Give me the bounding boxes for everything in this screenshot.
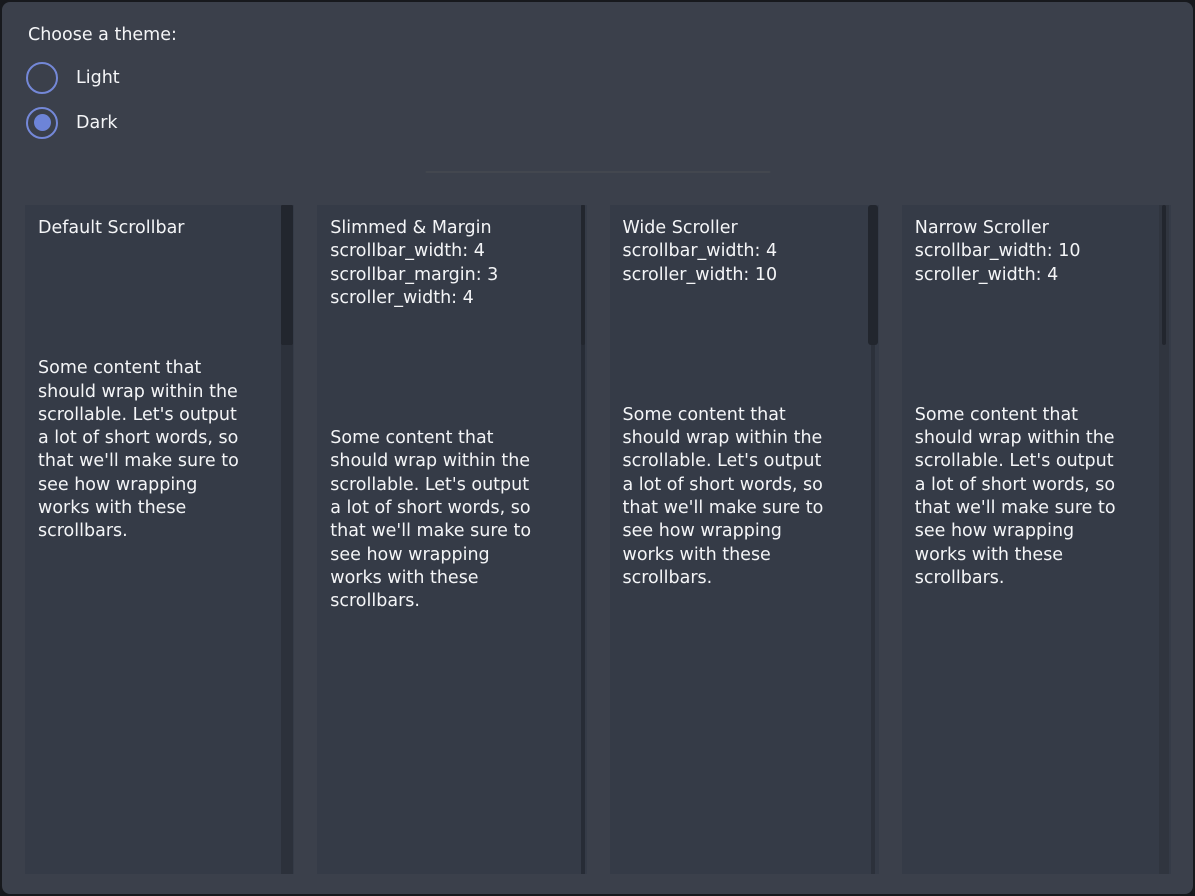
panels-row: Default Scrollbar Some content that shou… <box>25 205 1171 874</box>
scrollbar-thumb[interactable] <box>581 205 585 345</box>
scroll-panel-slimmed-margin[interactable]: Slimmed & Margin scrollbar_width: 4 scro… <box>317 205 586 874</box>
scrollbar-thumb[interactable] <box>1162 205 1166 345</box>
radio-unselected-icon[interactable] <box>26 62 58 94</box>
panel-params: scrollbar_width: 4 scroller_width: 10 <box>623 240 849 287</box>
panel-body-text: Some content that should wrap within the… <box>915 404 1141 590</box>
panel-header: Wide Scroller scrollbar_width: 4 scrolle… <box>623 217 849 287</box>
panel-body-text: Some content that should wrap within the… <box>330 427 556 613</box>
radio-option-light[interactable]: Light <box>26 55 177 100</box>
scrollbar-thumb[interactable] <box>868 205 878 345</box>
radio-label-light: Light <box>76 68 120 88</box>
app-window: Choose a theme: Light Dark Default Scrol… <box>0 0 1195 896</box>
panel-title: Wide Scroller <box>623 217 849 240</box>
horizontal-divider <box>425 171 770 173</box>
panel-params: scrollbar_width: 4 scrollbar_margin: 3 s… <box>330 240 556 310</box>
radio-selected-icon[interactable] <box>26 107 58 139</box>
panel-header: Slimmed & Margin scrollbar_width: 4 scro… <box>330 217 556 310</box>
radio-label-dark: Dark <box>76 113 118 133</box>
panel-params: scrollbar_width: 10 scroller_width: 4 <box>915 240 1141 287</box>
theme-chooser-label: Choose a theme: <box>28 24 177 47</box>
scrollbar-thumb[interactable] <box>281 205 293 345</box>
panel-header: Narrow Scroller scrollbar_width: 10 scro… <box>915 217 1141 287</box>
scroll-panel-default[interactable]: Default Scrollbar Some content that shou… <box>25 205 294 874</box>
panel-body-text: Some content that should wrap within the… <box>38 357 264 543</box>
panel-title: Slimmed & Margin <box>330 217 556 240</box>
scroll-panel-wide-scroller[interactable]: Wide Scroller scrollbar_width: 4 scrolle… <box>610 205 879 874</box>
panel-title: Default Scrollbar <box>38 217 264 240</box>
scroll-panel-narrow-scroller[interactable]: Narrow Scroller scrollbar_width: 10 scro… <box>902 205 1171 874</box>
panel-body-text: Some content that should wrap within the… <box>623 404 849 590</box>
theme-radio-group: Light Dark <box>26 55 177 145</box>
panel-header: Default Scrollbar <box>38 217 264 240</box>
radio-option-dark[interactable]: Dark <box>26 100 177 145</box>
theme-chooser: Choose a theme: Light Dark <box>28 24 177 145</box>
panel-title: Narrow Scroller <box>915 217 1141 240</box>
